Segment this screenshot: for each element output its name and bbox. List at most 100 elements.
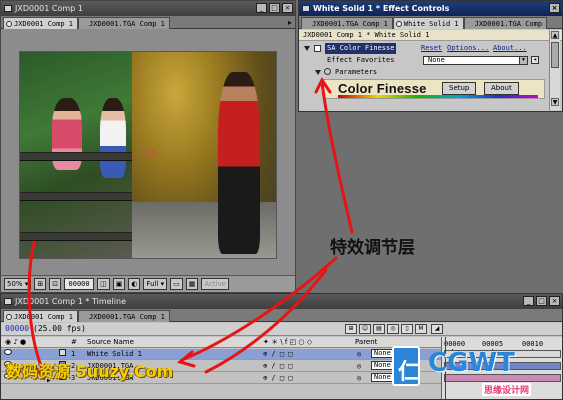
scroll-down-icon[interactable]: ▼: [551, 98, 559, 106]
link-icon[interactable]: ◎: [357, 349, 361, 360]
panel-menu-icon[interactable]: ▸: [288, 18, 292, 28]
tab-tga-comp-1[interactable]: JXD0001.TGA Comp 1: [301, 17, 393, 29]
tab-comp-1[interactable]: JXD0001 Comp 1: [3, 310, 79, 322]
expand-triangle-icon[interactable]: [315, 70, 321, 75]
setup-button[interactable]: Setup: [442, 82, 477, 95]
reset-link[interactable]: Reset: [421, 43, 442, 54]
channel-icon[interactable]: ◐: [128, 278, 141, 290]
graph-editor-icon[interactable]: ▯: [401, 324, 413, 334]
cgwt-logo-text: CGWT: [428, 348, 515, 378]
tab-tga-comp-1[interactable]: JXD0001.TGA Comp 1: [78, 310, 170, 322]
anchor-point-icon[interactable]: [146, 149, 155, 158]
tab-white-solid-1[interactable]: White Solid 1: [392, 17, 464, 29]
column-header-source-name[interactable]: Source Name: [87, 337, 134, 348]
resolution-select[interactable]: Full ▾: [143, 278, 168, 290]
about-button[interactable]: About: [484, 82, 519, 95]
effect-name[interactable]: SA Color Finesse: [325, 43, 397, 54]
ruler-label: 00000: [444, 340, 466, 348]
minimize-button[interactable]: _: [523, 296, 534, 306]
layer-switches[interactable]: ⊕ ∕ □ □: [263, 373, 293, 384]
man-figure: [218, 72, 260, 254]
window-controls: _ □ ×: [523, 296, 560, 306]
about-link[interactable]: About...: [493, 43, 527, 54]
zoom-slider-icon[interactable]: ◢: [431, 324, 443, 334]
composition-window: JXD0001 Comp 1 _ □ × JXD0001 Comp 1 JXD0…: [0, 0, 296, 293]
effect-controls-scrollbar[interactable]: ▲ ▼: [549, 30, 560, 110]
show-snapshot-icon[interactable]: ▣: [112, 278, 126, 290]
layer-switches[interactable]: ⊕ ∕ □ □: [263, 349, 293, 360]
window-icon: [302, 5, 310, 12]
effect-controls-title: White Solid 1 * Effect Controls: [313, 4, 450, 13]
frame-blend-icon[interactable]: ▤: [373, 324, 385, 334]
tab-close-icon[interactable]: [6, 21, 12, 27]
color-finesse-banner: Color Finesse Setup About: [323, 79, 545, 99]
safe-zones-icon[interactable]: ⊞: [34, 278, 47, 290]
link-icon[interactable]: ◎: [357, 373, 361, 384]
link-icon[interactable]: ◎: [357, 361, 361, 372]
parameters-label: Parameters: [335, 68, 378, 76]
effect-controls-titlebar[interactable]: White Solid 1 * Effect Controls ×: [299, 1, 562, 16]
chevron-down-icon: ▼: [519, 57, 527, 64]
snapshot-icon[interactable]: ◫: [97, 278, 110, 290]
timeline-titlebar[interactable]: JXD0001 Comp 1 * Timeline _ □ ×: [1, 294, 562, 309]
minimize-button[interactable]: _: [256, 3, 267, 13]
parameters-row[interactable]: Parameters: [299, 67, 545, 78]
layer-switches[interactable]: ⊕ ∕ □ □: [263, 361, 293, 372]
close-button[interactable]: ×: [549, 3, 560, 13]
tab-tga-comp[interactable]: JXD0001.TGA Comp: [463, 17, 548, 29]
tab-comp-1[interactable]: JXD0001 Comp 1: [3, 17, 79, 29]
effect-controls-layer-header: JXD0001 Comp 1 * White Solid 1: [299, 30, 562, 41]
current-time-field[interactable]: 00000: [64, 278, 95, 290]
tab-close-icon[interactable]: [395, 21, 402, 27]
close-button[interactable]: ×: [282, 3, 293, 13]
close-button[interactable]: ×: [549, 296, 560, 306]
scroll-up-icon[interactable]: ▲: [551, 31, 559, 39]
grid-icon[interactable]: ⊡: [49, 278, 62, 290]
timeline-title: JXD0001 Comp 1 * Timeline: [15, 297, 126, 306]
shy-switch-icon[interactable]: ☺: [359, 324, 371, 334]
tab-label: JXD0001 Comp 1: [14, 20, 74, 28]
eye-icon[interactable]: [4, 349, 12, 355]
comp-flowchart-icon[interactable]: ⊞: [345, 324, 357, 334]
logo-mark: 仁: [398, 360, 421, 385]
comp-footer-bar: 50% ▾ ⊞ ⊡ 00000 ◫ ▣ ◐ Full ▾ ▭ ▦ Active: [1, 275, 295, 292]
tab-label: JXD0001.TGA Comp 1: [312, 20, 388, 28]
tab-label: JXD0001.TGA Comp 1: [89, 313, 165, 321]
tab-tga-comp-1[interactable]: JXD0001.TGA Comp 1: [78, 17, 170, 29]
fence-rail: [20, 152, 132, 161]
frame-rate-label: (25.00 fps): [33, 324, 86, 333]
tab-close-icon[interactable]: [6, 314, 12, 320]
marker-icon[interactable]: M: [415, 324, 427, 334]
av-switches-header-icon: ◉ ♪ ●: [5, 338, 27, 346]
timeline-column-headers: ◉ ♪ ● # Source Name ✦ ＊ \ f ◰ ○ ◇ Parent: [1, 337, 441, 348]
fence-rail: [20, 232, 132, 241]
comp-viewer[interactable]: [19, 51, 277, 259]
effect-enable-checkbox[interactable]: [314, 45, 321, 52]
transparency-grid-icon[interactable]: ▦: [185, 278, 199, 290]
column-header-parent[interactable]: Parent: [355, 337, 377, 348]
current-time-display[interactable]: 00000: [5, 324, 29, 333]
layer-switches-header-icon: ✦ ＊ \ f ◰ ○ ◇: [263, 338, 313, 346]
stopwatch-icon[interactable]: [324, 68, 331, 75]
effect-favorites-select[interactable]: None ▼: [423, 56, 528, 65]
options-link[interactable]: Options...: [447, 43, 489, 54]
maximize-button[interactable]: □: [536, 296, 547, 306]
cgwt-logo-icon: 仁: [392, 346, 420, 386]
motion-blur-icon[interactable]: ◎: [387, 324, 399, 334]
maximize-button[interactable]: □: [269, 3, 280, 13]
effect-favorites-value: None: [428, 56, 445, 64]
favorites-apply-icon[interactable]: ◂: [531, 56, 539, 64]
expand-triangle-icon[interactable]: [304, 46, 310, 51]
tab-label: JXD0001.TGA Comp 1: [89, 20, 165, 28]
timeline-tab-bar: JXD0001 Comp 1 JXD0001.TGA Comp 1: [1, 309, 562, 322]
effect-favorites-label: Effect Favorites: [327, 56, 395, 64]
comp-titlebar[interactable]: JXD0001 Comp 1 _ □ ×: [1, 1, 295, 16]
label-color-box[interactable]: [59, 349, 66, 356]
view-select[interactable]: Active: [201, 278, 230, 290]
zoom-select[interactable]: 50% ▾: [4, 278, 32, 290]
tab-label: White Solid 1: [403, 20, 459, 28]
scroll-thumb[interactable]: [551, 42, 559, 68]
tab-label: JXD0001 Comp 1: [14, 313, 74, 321]
effect-row[interactable]: SA Color Finesse Reset Options... About.…: [299, 43, 545, 54]
region-icon[interactable]: ▭: [170, 278, 183, 290]
